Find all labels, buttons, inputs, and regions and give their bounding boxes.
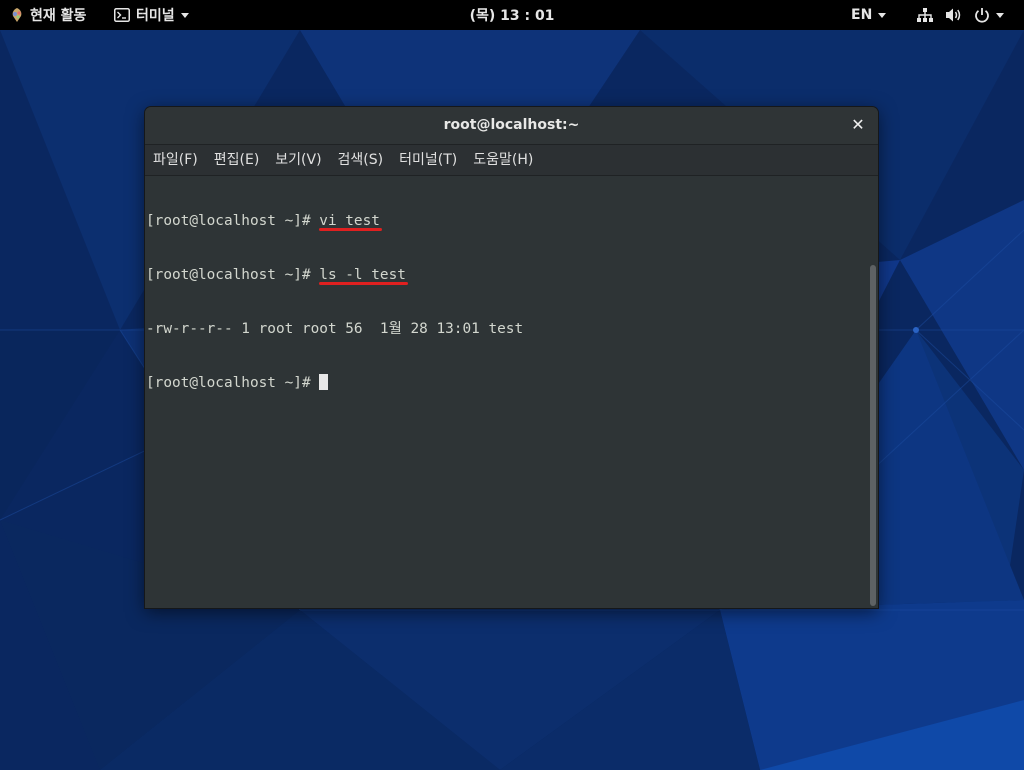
activities-button[interactable]: 현재 활동: [10, 0, 86, 30]
volume-icon: [946, 8, 961, 22]
chevron-down-icon: [180, 12, 189, 18]
network-icon: [917, 8, 933, 22]
annotation-underline: [319, 228, 382, 231]
input-language-button[interactable]: EN: [851, 0, 887, 30]
app-menu-label: 터미널: [136, 8, 175, 24]
menu-search[interactable]: 검색(S): [330, 145, 392, 175]
command-text: vi test: [319, 213, 382, 231]
close-button[interactable]: ✕: [848, 115, 868, 135]
menu-edit[interactable]: 편집(E): [206, 145, 268, 175]
scrollbar[interactable]: [870, 265, 876, 606]
menu-bar: 파일(F) 편집(E) 보기(V) 검색(S) 터미널(T) 도움말(H): [145, 145, 878, 176]
desktop: 현재 활동 터미널 (목) 13 : 01 EN root@localhost:…: [0, 0, 1024, 770]
terminal-line: [root@localhost ~]#: [146, 374, 523, 392]
network-button[interactable]: [916, 0, 934, 30]
menu-file[interactable]: 파일(F): [145, 145, 206, 175]
top-bar: 현재 활동 터미널 (목) 13 : 01 EN: [0, 0, 1024, 30]
shell-prompt: [root@localhost ~]#: [146, 213, 320, 229]
chevron-down-icon: [878, 12, 887, 18]
activities-label: 현재 활동: [30, 8, 87, 24]
close-icon: ✕: [851, 115, 865, 134]
shell-prompt: [root@localhost ~]#: [146, 267, 320, 283]
command-vi-test: vi test: [319, 213, 380, 229]
terminal-app-icon: [114, 8, 130, 22]
language-label: EN: [851, 7, 873, 23]
terminal-line: [root@localhost ~]# vi test: [146, 212, 523, 231]
window-title: root@localhost:~: [443, 117, 580, 133]
terminal-body[interactable]: [root@localhost ~]# vi test [root@localh…: [145, 176, 878, 608]
menu-terminal[interactable]: 터미널(T): [391, 145, 465, 175]
text-cursor: [319, 374, 329, 390]
clock-button[interactable]: (목) 13 : 01: [470, 5, 555, 25]
activities-icon: [12, 8, 22, 22]
window-titlebar[interactable]: root@localhost:~ ✕: [145, 107, 878, 145]
terminal-line: [root@localhost ~]# ls -l test: [146, 266, 523, 285]
volume-button[interactable]: [945, 0, 963, 30]
terminal-text: [root@localhost ~]# vi test [root@localh…: [146, 176, 523, 428]
terminal-output-line: -rw-r--r-- 1 root root 56 1월 28 13:01 te…: [146, 321, 524, 337]
chevron-down-icon: [996, 12, 1004, 18]
app-menu-button[interactable]: 터미널: [114, 0, 189, 30]
power-menu-button[interactable]: [974, 0, 1004, 30]
annotation-underline: [319, 282, 408, 285]
shell-prompt: [root@localhost ~]#: [146, 375, 320, 391]
command-text: ls -l test: [319, 267, 408, 285]
menu-view[interactable]: 보기(V): [267, 145, 329, 175]
menu-help[interactable]: 도움말(H): [465, 145, 541, 175]
power-icon: [975, 8, 989, 23]
terminal-window: root@localhost:~ ✕ 파일(F) 편집(E) 보기(V) 검색(…: [145, 107, 878, 608]
command-ls-test: ls -l test: [319, 267, 406, 283]
